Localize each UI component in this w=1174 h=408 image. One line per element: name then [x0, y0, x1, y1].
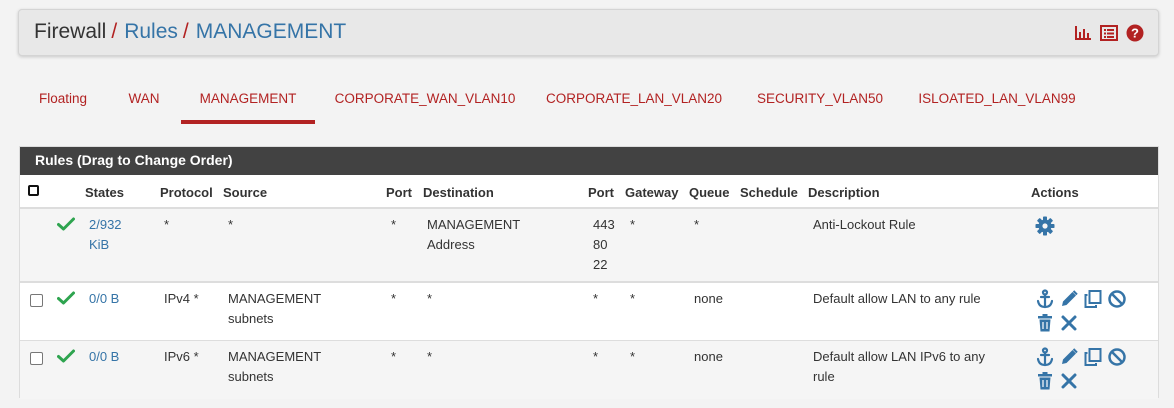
dest-ports-cell: 443 80 22 [593, 217, 615, 272]
col-states: States [85, 185, 125, 200]
col-queue: Queue [689, 185, 730, 200]
gateway-cell: * [630, 291, 636, 306]
svg-text:?: ? [1131, 26, 1139, 41]
disable-icon[interactable] [1106, 288, 1128, 310]
delete-x-icon[interactable] [1058, 370, 1080, 392]
pencil-icon[interactable] [1058, 346, 1080, 368]
protocol-cell: IPv6 * [164, 349, 199, 364]
table-row[interactable]: 0/0 B IPv6 * MANAGEMENT subnets * * * * n… [20, 341, 1158, 399]
queue-cell: * [694, 217, 700, 232]
port-cell: * [391, 349, 397, 364]
breadcrumb-firewall: Firewall [34, 20, 107, 43]
col-schedule: Schedule [740, 185, 798, 200]
queue-cell: none [694, 349, 723, 364]
states-link[interactable]: 0/0 B [89, 289, 119, 309]
select-all-checkbox[interactable] [28, 185, 39, 196]
delete-x-icon[interactable] [1058, 312, 1080, 334]
chart-icon[interactable] [1074, 25, 1092, 41]
source-cell: MANAGEMENT subnets [228, 291, 322, 326]
description-cell: Default allow LAN IPv6 to any rule [813, 349, 985, 384]
col-port: Port [386, 185, 412, 200]
dest-port-cell: * [593, 291, 599, 306]
source-cell: * [228, 217, 234, 232]
breadcrumb-separator: / [111, 20, 118, 43]
anchor-icon[interactable] [1034, 288, 1056, 310]
table-row[interactable]: 2/932 KiB * * * MANAGEMENT Address 443 80 22… [20, 209, 1158, 283]
tab-isolated-lan-vlan99[interactable]: ISLOATED_LAN_VLAN99 [912, 78, 1082, 124]
trash-icon[interactable] [1034, 370, 1056, 392]
col-actions: Actions [1031, 185, 1079, 200]
description-cell: Default allow LAN to any rule [813, 291, 981, 306]
destination-cell: * [427, 349, 433, 364]
pencil-icon[interactable] [1058, 288, 1080, 310]
log-list-icon[interactable] [1100, 25, 1118, 41]
page-header: Firewall / Rules / MANAGEMENT ? [18, 9, 1159, 56]
anchor-icon[interactable] [1034, 346, 1056, 368]
col-description: Description [808, 185, 880, 200]
tab-floating[interactable]: Floating [26, 78, 100, 124]
tab-corporate-lan-vlan20[interactable]: CORPORATE_LAN_VLAN20 [538, 78, 730, 124]
col-protocol: Protocol [160, 185, 213, 200]
help-icon[interactable]: ? [1126, 24, 1144, 42]
copy-icon[interactable] [1082, 346, 1104, 368]
col-dest-port: Port [588, 185, 614, 200]
gateway-cell: * [630, 349, 636, 364]
col-gateway: Gateway [625, 185, 679, 200]
tab-wan[interactable]: WAN [114, 78, 174, 124]
col-destination: Destination [423, 185, 494, 200]
tab-management[interactable]: MANAGEMENT [181, 78, 315, 124]
interface-tabs: Floating WAN MANAGEMENT CORPORATE_WAN_VL… [18, 78, 1159, 126]
breadcrumb-management-link[interactable]: MANAGEMENT [196, 20, 347, 43]
destination-cell: MANAGEMENT Address [427, 217, 521, 252]
table-row[interactable]: 0/0 B IPv4 * MANAGEMENT subnets * * * * n… [20, 283, 1158, 341]
tab-corporate-wan-vlan10[interactable]: CORPORATE_WAN_VLAN10 [326, 78, 524, 124]
port-cell: * [391, 217, 397, 232]
rules-panel: Rules (Drag to Change Order) States Prot… [19, 146, 1159, 399]
breadcrumb-separator: / [182, 20, 189, 43]
port-cell: * [391, 291, 397, 306]
queue-cell: none [694, 291, 723, 306]
copy-icon[interactable] [1082, 288, 1104, 310]
disable-icon[interactable] [1106, 346, 1128, 368]
breadcrumb-rules-link[interactable]: Rules [124, 20, 178, 43]
states-link[interactable]: 0/0 B [89, 347, 119, 367]
gateway-cell: * [630, 217, 636, 232]
tab-security-vlan50[interactable]: SECURITY_VLAN50 [748, 78, 892, 124]
pass-check-icon [57, 349, 75, 368]
protocol-cell: IPv4 * [164, 291, 199, 306]
panel-title: Rules (Drag to Change Order) [20, 147, 1158, 175]
trash-icon[interactable] [1034, 312, 1056, 334]
pass-check-icon [57, 291, 75, 310]
breadcrumb: Firewall / Rules / MANAGEMENT [34, 20, 346, 44]
rule-select-checkbox[interactable] [30, 352, 43, 365]
source-cell: MANAGEMENT subnets [228, 349, 322, 384]
pass-check-icon [57, 217, 75, 236]
description-cell: Anti-Lockout Rule [813, 217, 916, 232]
protocol-cell: * [164, 217, 170, 232]
rule-select-checkbox[interactable] [30, 294, 43, 307]
states-link[interactable]: 2/932 KiB [89, 215, 122, 255]
col-source: Source [223, 185, 268, 200]
table-header: States Protocol Source Port Destination … [20, 175, 1158, 209]
gear-icon[interactable] [1034, 215, 1056, 237]
dest-port-cell: * [593, 349, 599, 364]
destination-cell: * [427, 291, 433, 306]
